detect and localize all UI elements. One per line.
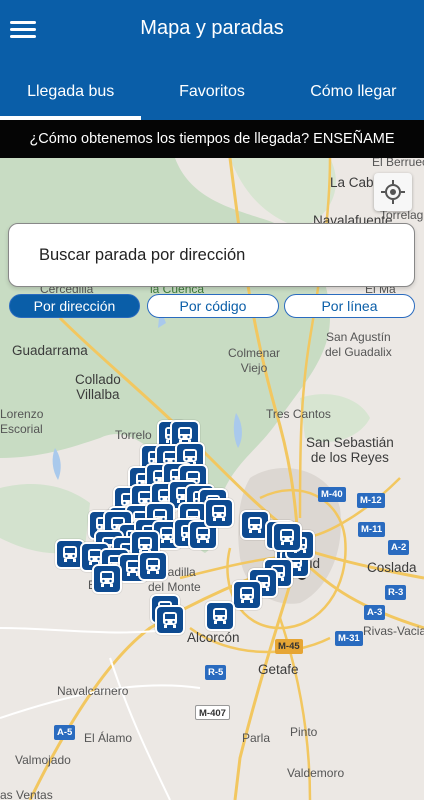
- map-label-colmenar-viejo: Colmenar Viejo: [228, 346, 281, 375]
- search-mode-por-codigo[interactable]: Por código: [147, 294, 279, 318]
- map-label-coslada: Coslada: [367, 560, 417, 575]
- road-shield-a5: A-5: [54, 725, 76, 740]
- map-label-rivas: Rivas-Vacia: [363, 624, 424, 638]
- road-shield-m45: M-45: [275, 639, 303, 654]
- search-mode-por-direccion[interactable]: Por dirección: [9, 294, 140, 318]
- bus-stop-icon[interactable]: [272, 522, 302, 552]
- map-label-navalcarnero: Navalcarnero: [57, 684, 129, 698]
- map-label-las-ventas: as Ventas: [0, 788, 53, 800]
- tab-como-llegar[interactable]: Cómo llegar: [283, 70, 424, 120]
- map-label-valdemoro: Valdemoro: [287, 766, 345, 780]
- search-mode-por-linea[interactable]: Por línea: [284, 294, 415, 318]
- bus-stop-icon[interactable]: [232, 580, 262, 610]
- search-placeholder: Buscar parada por dirección: [39, 246, 246, 264]
- road-shield-m407: M-407: [195, 705, 230, 720]
- crosshair-locate-icon[interactable]: [374, 173, 412, 211]
- map-label-el-alamo: El Álamo: [84, 731, 133, 745]
- map-label-getafe: Getafe: [258, 662, 299, 677]
- map-label-guadarrama: Guadarrama: [12, 343, 88, 358]
- road-shield-a2: A-2: [388, 540, 410, 555]
- arrival-times-help-banner[interactable]: ¿Cómo obtenemos los tiempos de llegada? …: [0, 120, 424, 158]
- road-shield-r3: R-3: [385, 585, 407, 600]
- map-label-alcorcon: Alcorcón: [187, 630, 240, 645]
- map-label-san-sebastian: San Sebastián de los Reyes: [306, 435, 394, 465]
- road-shield-a3: A-3: [364, 605, 386, 620]
- page-title: Mapa y paradas: [140, 17, 284, 39]
- map-label-collado-villalba: Collado Villalba: [75, 372, 121, 402]
- road-shield-m11: M-11: [358, 522, 386, 537]
- search-by-address-input[interactable]: Buscar parada por dirección: [8, 223, 415, 287]
- map-label-torrelo: Torrelo: [115, 428, 152, 442]
- tab-favoritos[interactable]: Favoritos: [141, 70, 282, 120]
- bus-stop-icon[interactable]: [138, 551, 168, 581]
- road-shield-m12: M-12: [357, 493, 385, 508]
- bus-stop-icon[interactable]: [155, 605, 185, 635]
- map-label-valmojado: Valmojado: [15, 753, 71, 767]
- map-label-san-agustin: San Agustín del Guadalix: [325, 330, 392, 359]
- map-label-pinto: Pinto: [290, 725, 318, 739]
- road-shield-m40: M-40: [318, 487, 346, 502]
- tab-bar: Llegada bus Favoritos Cómo llegar: [0, 70, 424, 120]
- road-shield-m31: M-31: [335, 631, 363, 646]
- map-label-tres-cantos: Tres Cantos: [266, 407, 331, 421]
- tab-llegada-bus[interactable]: Llegada bus: [0, 70, 142, 120]
- bus-stop-icon[interactable]: [205, 601, 235, 631]
- map-label-parla: Parla: [242, 731, 271, 745]
- bus-stop-icon[interactable]: [204, 498, 234, 528]
- app-bar: Mapa y paradas Llegada bus Favoritos Cóm…: [0, 0, 424, 120]
- road-shield-r5: R-5: [205, 665, 227, 680]
- map-label-escorial: Lorenzo Escorial: [0, 407, 44, 436]
- map-label-el-berrueco: El Berrueco: [372, 158, 424, 169]
- bus-stop-icon[interactable]: [92, 564, 122, 594]
